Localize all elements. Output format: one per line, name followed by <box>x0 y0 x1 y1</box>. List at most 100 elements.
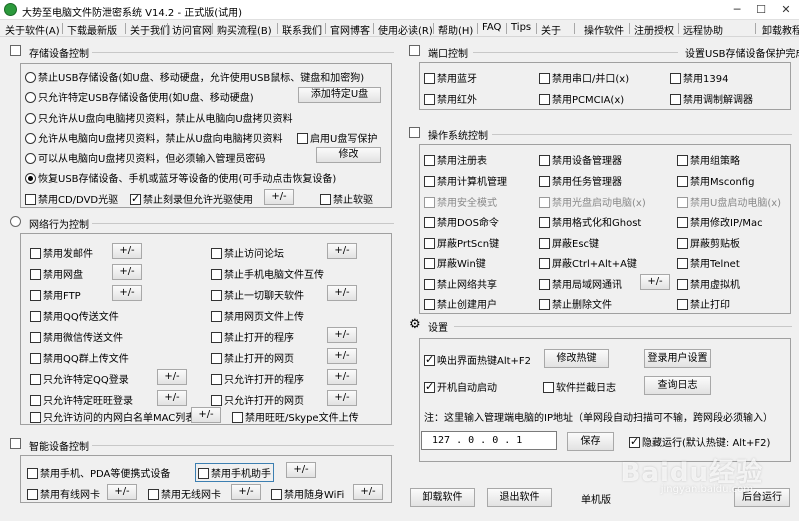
modify-hotkey-button[interactable]: 修改热键 <box>544 349 609 368</box>
disable-group-policy-checkbox[interactable]: 禁用组策略 <box>677 152 740 167</box>
checkbox-box[interactable] <box>211 332 222 343</box>
checkbox-box[interactable] <box>424 176 435 187</box>
ftp-plus-minus-button[interactable]: +/- <box>112 285 142 301</box>
qq-plus-minus-button[interactable]: +/- <box>157 369 187 385</box>
menu-about-us[interactable]: 关于我们 <box>130 22 170 37</box>
exit-software-button[interactable]: 退出软件 <box>487 488 552 507</box>
checkbox-box[interactable] <box>539 197 550 208</box>
disable-wechat-transfer-checkbox[interactable]: 禁用微信传送文件 <box>30 329 123 344</box>
disable-phone-pc-transfer-checkbox[interactable]: 禁止手机电脑文件互传 <box>211 266 324 281</box>
radio-udisk-to-pc-only[interactable]: 只允许从U盘向电脑拷贝资料，禁止从电脑向U盘拷贝资料 <box>25 110 293 125</box>
disable-phone-helper-checkbox[interactable]: 禁用手机助手 <box>195 463 274 482</box>
radio-circle[interactable] <box>25 173 36 184</box>
checkbox-box[interactable] <box>25 194 36 205</box>
checkbox-box[interactable] <box>424 197 435 208</box>
modify-password-button[interactable]: 修改 <box>316 147 381 163</box>
checkbox-box[interactable] <box>670 73 681 84</box>
disable-qq-group-upload-checkbox[interactable]: 禁用QQ群上传文件 <box>30 350 129 365</box>
checkbox-box[interactable] <box>30 332 41 343</box>
radio-disable-usb-storage[interactable]: 禁止USB存储设备(如U盘、移动硬盘，允许使用USB鼠标、键盘和加密狗) <box>25 69 364 84</box>
block-ctrl-alt-a-checkbox[interactable]: 屏蔽Ctrl+Alt+A键 <box>539 255 637 270</box>
disable-modem-checkbox[interactable]: 禁用调制解调器 <box>670 91 753 106</box>
checkbox-box[interactable] <box>30 248 41 259</box>
disable-telnet-checkbox[interactable]: 禁用Telnet <box>677 255 740 270</box>
wake-hotkey-checkbox[interactable]: 唤出界面热键Alt+F2 <box>424 352 531 367</box>
manager-ip-input[interactable]: 127 . 0 . 0 . 1 <box>421 431 557 450</box>
disable-all-chat-checkbox[interactable]: 禁止一切聊天软件 <box>211 287 304 302</box>
webpages-plus-minus-button[interactable]: +/- <box>327 348 357 364</box>
allow-specific-qq-checkbox[interactable]: 只允许特定QQ登录 <box>30 371 129 386</box>
wired-plus-minus-button[interactable]: +/- <box>107 484 137 500</box>
checkbox-box[interactable] <box>677 217 688 228</box>
disable-dos-checkbox[interactable]: 禁用DOS命令 <box>424 214 499 229</box>
menu-must-read[interactable]: 使用必读(R) <box>378 22 433 37</box>
close-button[interactable]: ✕ <box>777 2 795 18</box>
checkbox-box[interactable] <box>629 435 640 448</box>
checkbox-box[interactable] <box>30 290 41 301</box>
menu-about[interactable]: 关于 <box>541 22 561 37</box>
radio-restore-devices[interactable]: 恢复USB存储设备、手机或蓝牙等设备的使用(可手动点击恢复设备) <box>25 170 336 185</box>
radio-pc-to-udisk-only[interactable]: 允许从电脑向U盘拷贝资料，禁止从U盘向电脑拷贝资料 <box>25 130 283 145</box>
netdisk-plus-minus-button[interactable]: +/- <box>112 264 142 280</box>
disable-msconfig-checkbox[interactable]: 禁用Msconfig <box>677 173 754 188</box>
disable-computer-management-checkbox[interactable]: 禁用计算机管理 <box>424 173 507 188</box>
disable-web-upload-checkbox[interactable]: 禁用网页文件上传 <box>211 308 304 323</box>
disable-1394-checkbox[interactable]: 禁用1394 <box>670 70 728 85</box>
phone-helper-plus-minus-button[interactable]: +/- <box>286 462 316 478</box>
disable-device-manager-checkbox[interactable]: 禁用设备管理器 <box>539 152 622 167</box>
lan-plus-minus-button[interactable]: +/- <box>640 274 670 290</box>
mac-whitelist-checkbox[interactable]: 只允许访问的内网白名单MAC列表 <box>30 409 195 424</box>
radio-circle[interactable] <box>25 133 36 144</box>
disable-lan-communication-checkbox[interactable]: 禁用局域网通讯 <box>539 276 622 291</box>
checkbox-box[interactable] <box>30 395 41 406</box>
allow-webpages-checkbox[interactable]: 只允许打开的网页 <box>211 392 304 407</box>
disable-delete-files-checkbox[interactable]: 禁止删除文件 <box>539 296 612 311</box>
radio-circle[interactable] <box>25 153 36 164</box>
allow-webpages-plus-minus-button[interactable]: +/- <box>327 390 357 406</box>
block-esc-checkbox[interactable]: 屏蔽Esc键 <box>539 235 599 250</box>
add-specific-udisk-button[interactable]: 添加特定U盘 <box>298 87 381 103</box>
login-user-settings-button[interactable]: 登录用户设置 <box>644 349 711 368</box>
disable-cd-boot-checkbox[interactable]: 禁用光盘启动电脑(x) <box>539 194 646 209</box>
checkbox-box[interactable] <box>539 94 550 105</box>
checkbox-box[interactable] <box>539 258 550 269</box>
checkbox-box[interactable] <box>677 299 688 310</box>
disable-portable-device-checkbox[interactable]: 禁用手机、PDA等便携式设备 <box>27 465 170 480</box>
block-webpages-checkbox[interactable]: 禁止打开的网页 <box>211 350 294 365</box>
programs-plus-minus-button[interactable]: +/- <box>327 327 357 343</box>
checkbox-box[interactable] <box>424 94 435 105</box>
block-programs-checkbox[interactable]: 禁止打开的程序 <box>211 329 294 344</box>
checkbox-box[interactable] <box>211 353 222 364</box>
checkbox-box[interactable] <box>677 155 688 166</box>
allow-programs-plus-minus-button[interactable]: +/- <box>327 369 357 385</box>
checkbox-box[interactable] <box>677 197 688 208</box>
checkbox-box[interactable] <box>539 217 550 228</box>
disable-pcmcia-checkbox[interactable]: 禁用PCMCIA(x) <box>539 91 624 106</box>
checkbox-box[interactable] <box>539 176 550 187</box>
block-clipboard-checkbox[interactable]: 屏蔽剪贴板 <box>677 235 740 250</box>
disable-create-user-checkbox[interactable]: 禁止创建用户 <box>424 296 497 311</box>
wangwang-plus-minus-button[interactable]: +/- <box>157 390 187 406</box>
checkbox-box[interactable] <box>424 353 435 366</box>
checkbox-box[interactable] <box>30 269 41 280</box>
menu-operate[interactable]: 操作软件 <box>584 22 624 37</box>
menu-help[interactable]: 帮助(H) <box>438 22 473 37</box>
checkbox-box[interactable] <box>424 299 435 310</box>
disable-ftp-checkbox[interactable]: 禁用FTP <box>30 287 81 302</box>
disable-safe-mode-checkbox[interactable]: 禁用安全模式 <box>424 194 497 209</box>
checkbox-box[interactable] <box>297 133 308 144</box>
disable-netdisk-checkbox[interactable]: 禁用网盘 <box>30 266 83 281</box>
intercept-log-checkbox[interactable]: 软件拦截日志 <box>543 379 616 394</box>
disable-task-manager-checkbox[interactable]: 禁用任务管理器 <box>539 173 622 188</box>
checkbox-box[interactable] <box>27 468 38 479</box>
checkbox-box[interactable] <box>211 311 222 322</box>
menu-uninstall-guide[interactable]: 卸载教程 <box>762 22 799 37</box>
minimize-button[interactable]: ─ <box>728 2 746 18</box>
autostart-checkbox[interactable]: 开机自动启动 <box>424 379 497 394</box>
checkbox-box[interactable] <box>211 395 222 406</box>
checkbox-box[interactable] <box>677 279 688 290</box>
checkbox-box[interactable] <box>424 217 435 228</box>
radio-circle[interactable] <box>25 72 36 83</box>
menu-tips[interactable]: Tips <box>511 22 531 33</box>
checkbox-box[interactable] <box>211 290 222 301</box>
